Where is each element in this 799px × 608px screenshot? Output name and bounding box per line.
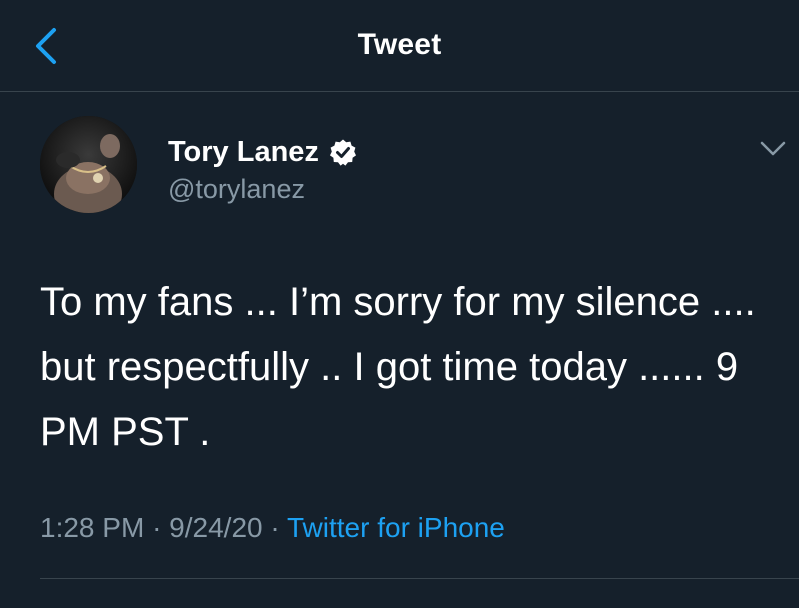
meta-separator: ·	[152, 512, 162, 543]
tweet-text: To my fans ... I’m sorry for my silence …	[40, 280, 767, 454]
avatar-image	[40, 116, 137, 213]
more-options-button[interactable]	[758, 134, 788, 164]
author-handle[interactable]: @torylanez	[168, 174, 305, 205]
meta-separator: ·	[270, 512, 280, 543]
tweet-time: 1:28 PM	[40, 512, 145, 543]
author-row[interactable]: Tory Lanez	[168, 132, 357, 172]
top-bar: Tweet	[0, 0, 799, 92]
tweet-date: 9/24/20	[169, 512, 263, 543]
page-title: Tweet	[357, 28, 442, 61]
author-name[interactable]: Tory Lanez	[168, 136, 319, 169]
verified-badge-icon	[329, 138, 357, 166]
tweet-detail: Tory Lanez @torylanez To my fans ... I’m…	[0, 92, 799, 608]
chevron-down-icon	[760, 141, 786, 156]
tweet-meta: 1:28 PM · 9/24/20 · Twitter for iPhone	[40, 512, 505, 544]
tweet-source-link[interactable]: Twitter for iPhone	[287, 512, 505, 543]
avatar[interactable]	[40, 116, 137, 213]
divider	[40, 578, 799, 579]
